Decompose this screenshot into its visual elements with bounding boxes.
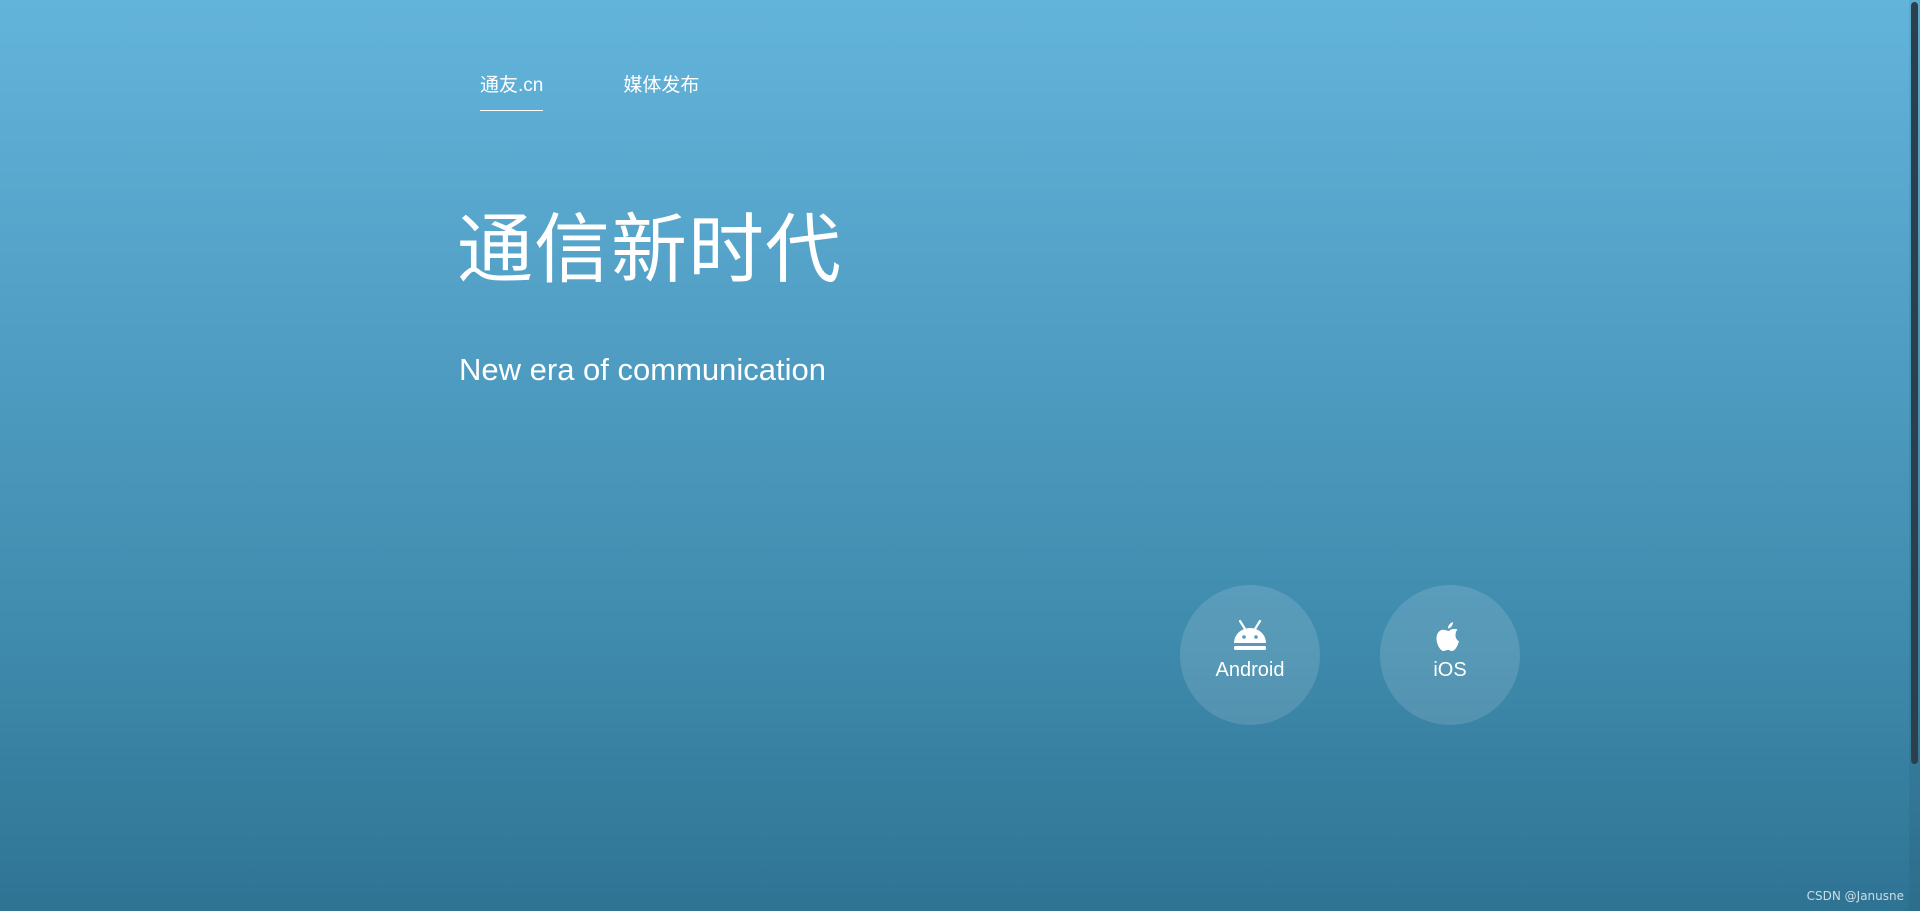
android-icon	[1234, 619, 1266, 650]
top-nav: 通友.cn 媒体发布	[480, 72, 699, 111]
ios-download-button[interactable]: iOS	[1380, 585, 1520, 725]
nav-item-home[interactable]: 通友.cn	[480, 72, 544, 111]
android-download-button[interactable]: Android	[1180, 585, 1320, 725]
watermark: CSDN @Janusne	[1806, 889, 1904, 903]
hero-title: 通信新时代	[457, 208, 842, 293]
android-download-label: Android	[1215, 659, 1285, 681]
hero-subtitle: New era of communication	[459, 352, 826, 387]
apple-icon	[1436, 622, 1459, 651]
page-scrollbar[interactable]	[1909, 0, 1920, 911]
page: 通友.cn 媒体发布 通信新时代 New era of communicatio…	[0, 0, 1920, 911]
scrollbar-thumb[interactable]	[1911, 2, 1918, 764]
ios-download-label: iOS	[1433, 659, 1467, 681]
nav-item-media-release[interactable]: 媒体发布	[623, 72, 699, 100]
